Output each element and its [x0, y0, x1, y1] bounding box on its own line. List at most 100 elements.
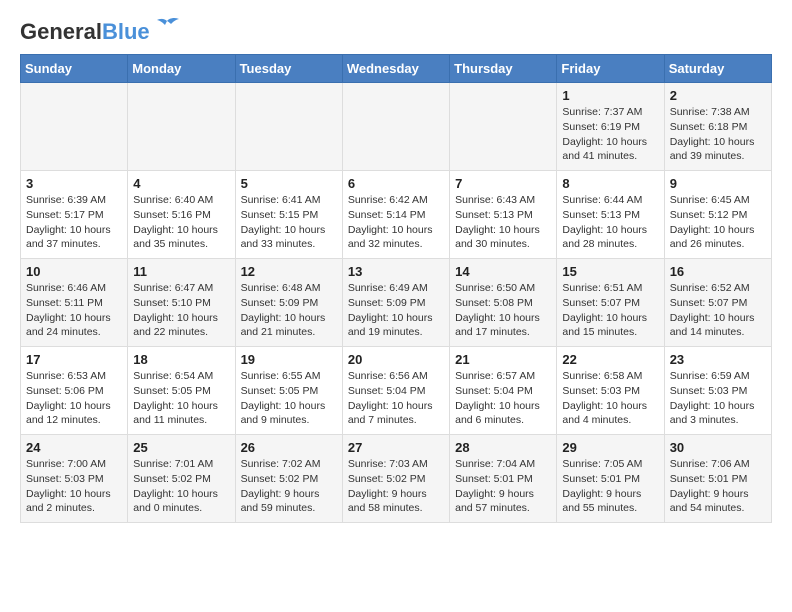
- col-header-friday: Friday: [557, 55, 664, 83]
- day-number: 8: [562, 176, 658, 191]
- logo-bird-icon: [153, 17, 181, 39]
- day-info: Sunrise: 7:00 AM Sunset: 5:03 PM Dayligh…: [26, 457, 122, 516]
- calendar-cell: [21, 83, 128, 171]
- day-info: Sunrise: 6:57 AM Sunset: 5:04 PM Dayligh…: [455, 369, 551, 428]
- calendar-cell: 28 Sunrise: 7:04 AM Sunset: 5:01 PM Dayli…: [450, 435, 557, 523]
- calendar-cell: 24 Sunrise: 7:00 AM Sunset: 5:03 PM Dayli…: [21, 435, 128, 523]
- calendar-cell: [342, 83, 449, 171]
- day-info: Sunrise: 7:01 AM Sunset: 5:02 PM Dayligh…: [133, 457, 229, 516]
- day-number: 19: [241, 352, 337, 367]
- day-number: 6: [348, 176, 444, 191]
- day-info: Sunrise: 7:37 AM Sunset: 6:19 PM Dayligh…: [562, 105, 658, 164]
- calendar-week-4: 17 Sunrise: 6:53 AM Sunset: 5:06 PM Dayli…: [21, 347, 772, 435]
- day-info: Sunrise: 6:59 AM Sunset: 5:03 PM Dayligh…: [670, 369, 766, 428]
- calendar-cell: 3 Sunrise: 6:39 AM Sunset: 5:17 PM Daylig…: [21, 171, 128, 259]
- logo-text: GeneralBlue: [20, 20, 150, 44]
- calendar-cell: 27Sunrise: 7:03 AM Sunset: 5:02 PM Dayli…: [342, 435, 449, 523]
- day-number: 14: [455, 264, 551, 279]
- col-header-sunday: Sunday: [21, 55, 128, 83]
- calendar-week-2: 3 Sunrise: 6:39 AM Sunset: 5:17 PM Daylig…: [21, 171, 772, 259]
- day-number: 12: [241, 264, 337, 279]
- day-info: Sunrise: 7:06 AM Sunset: 5:01 PM Dayligh…: [670, 457, 766, 516]
- calendar-cell: 29Sunrise: 7:05 AM Sunset: 5:01 PM Dayli…: [557, 435, 664, 523]
- day-number: 17: [26, 352, 122, 367]
- calendar-cell: 9 Sunrise: 6:45 AM Sunset: 5:12 PM Daylig…: [664, 171, 771, 259]
- day-info: Sunrise: 6:42 AM Sunset: 5:14 PM Dayligh…: [348, 193, 444, 252]
- day-number: 25: [133, 440, 229, 455]
- calendar-cell: 21 Sunrise: 6:57 AM Sunset: 5:04 PM Dayli…: [450, 347, 557, 435]
- calendar-cell: [450, 83, 557, 171]
- calendar-cell: 7 Sunrise: 6:43 AM Sunset: 5:13 PM Daylig…: [450, 171, 557, 259]
- calendar-cell: 12Sunrise: 6:48 AM Sunset: 5:09 PM Dayli…: [235, 259, 342, 347]
- day-info: Sunrise: 7:02 AM Sunset: 5:02 PM Dayligh…: [241, 457, 337, 516]
- day-number: 26: [241, 440, 337, 455]
- day-number: 10: [26, 264, 122, 279]
- calendar-cell: 19 Sunrise: 6:55 AM Sunset: 5:05 PM Dayli…: [235, 347, 342, 435]
- day-number: 2: [670, 88, 766, 103]
- calendar-cell: 23 Sunrise: 6:59 AM Sunset: 5:03 PM Dayli…: [664, 347, 771, 435]
- calendar-cell: 20 Sunrise: 6:56 AM Sunset: 5:04 PM Dayli…: [342, 347, 449, 435]
- day-number: 1: [562, 88, 658, 103]
- day-info: Sunrise: 6:43 AM Sunset: 5:13 PM Dayligh…: [455, 193, 551, 252]
- day-info: Sunrise: 6:47 AM Sunset: 5:10 PM Dayligh…: [133, 281, 229, 340]
- calendar-cell: 13 Sunrise: 6:49 AM Sunset: 5:09 PM Dayli…: [342, 259, 449, 347]
- calendar-cell: 6 Sunrise: 6:42 AM Sunset: 5:14 PM Daylig…: [342, 171, 449, 259]
- page-header: GeneralBlue: [20, 20, 772, 44]
- day-number: 3: [26, 176, 122, 191]
- calendar-cell: 14 Sunrise: 6:50 AM Sunset: 5:08 PM Dayli…: [450, 259, 557, 347]
- day-number: 16: [670, 264, 766, 279]
- day-number: 9: [670, 176, 766, 191]
- day-info: Sunrise: 6:58 AM Sunset: 5:03 PM Dayligh…: [562, 369, 658, 428]
- day-number: 24: [26, 440, 122, 455]
- day-number: 30: [670, 440, 766, 455]
- day-number: 13: [348, 264, 444, 279]
- logo: GeneralBlue: [20, 20, 181, 44]
- day-info: Sunrise: 6:56 AM Sunset: 5:04 PM Dayligh…: [348, 369, 444, 428]
- day-number: 15: [562, 264, 658, 279]
- calendar-cell: 5 Sunrise: 6:41 AM Sunset: 5:15 PM Daylig…: [235, 171, 342, 259]
- day-number: 7: [455, 176, 551, 191]
- day-info: Sunrise: 6:44 AM Sunset: 5:13 PM Dayligh…: [562, 193, 658, 252]
- calendar-cell: 11 Sunrise: 6:47 AM Sunset: 5:10 PM Dayli…: [128, 259, 235, 347]
- day-number: 21: [455, 352, 551, 367]
- day-info: Sunrise: 6:51 AM Sunset: 5:07 PM Dayligh…: [562, 281, 658, 340]
- day-number: 11: [133, 264, 229, 279]
- calendar-cell: 10 Sunrise: 6:46 AM Sunset: 5:11 PM Dayli…: [21, 259, 128, 347]
- day-info: Sunrise: 6:49 AM Sunset: 5:09 PM Dayligh…: [348, 281, 444, 340]
- day-info: Sunrise: 6:41 AM Sunset: 5:15 PM Dayligh…: [241, 193, 337, 252]
- day-number: 22: [562, 352, 658, 367]
- day-info: Sunrise: 7:04 AM Sunset: 5:01 PM Dayligh…: [455, 457, 551, 516]
- calendar-cell: 16Sunrise: 6:52 AM Sunset: 5:07 PM Dayli…: [664, 259, 771, 347]
- day-number: 20: [348, 352, 444, 367]
- day-number: 29: [562, 440, 658, 455]
- calendar-cell: 18Sunrise: 6:54 AM Sunset: 5:05 PM Dayli…: [128, 347, 235, 435]
- calendar-cell: 1 Sunrise: 7:37 AM Sunset: 6:19 PM Daylig…: [557, 83, 664, 171]
- calendar-week-3: 10 Sunrise: 6:46 AM Sunset: 5:11 PM Dayli…: [21, 259, 772, 347]
- calendar-week-1: 1 Sunrise: 7:37 AM Sunset: 6:19 PM Daylig…: [21, 83, 772, 171]
- calendar-cell: 25 Sunrise: 7:01 AM Sunset: 5:02 PM Dayli…: [128, 435, 235, 523]
- calendar-cell: 22 Sunrise: 6:58 AM Sunset: 5:03 PM Dayli…: [557, 347, 664, 435]
- day-info: Sunrise: 6:45 AM Sunset: 5:12 PM Dayligh…: [670, 193, 766, 252]
- day-info: Sunrise: 6:46 AM Sunset: 5:11 PM Dayligh…: [26, 281, 122, 340]
- day-info: Sunrise: 6:40 AM Sunset: 5:16 PM Dayligh…: [133, 193, 229, 252]
- day-info: Sunrise: 6:53 AM Sunset: 5:06 PM Dayligh…: [26, 369, 122, 428]
- calendar-table: SundayMondayTuesdayWednesdayThursdayFrid…: [20, 54, 772, 523]
- calendar-cell: [235, 83, 342, 171]
- day-info: Sunrise: 6:39 AM Sunset: 5:17 PM Dayligh…: [26, 193, 122, 252]
- calendar-cell: 15 Sunrise: 6:51 AM Sunset: 5:07 PM Dayli…: [557, 259, 664, 347]
- day-number: 23: [670, 352, 766, 367]
- calendar-header-row: SundayMondayTuesdayWednesdayThursdayFrid…: [21, 55, 772, 83]
- day-info: Sunrise: 7:03 AM Sunset: 5:02 PM Dayligh…: [348, 457, 444, 516]
- day-number: 4: [133, 176, 229, 191]
- day-info: Sunrise: 6:54 AM Sunset: 5:05 PM Dayligh…: [133, 369, 229, 428]
- calendar-cell: 4 Sunrise: 6:40 AM Sunset: 5:16 PM Daylig…: [128, 171, 235, 259]
- col-header-tuesday: Tuesday: [235, 55, 342, 83]
- day-number: 5: [241, 176, 337, 191]
- day-number: 28: [455, 440, 551, 455]
- col-header-monday: Monday: [128, 55, 235, 83]
- day-info: Sunrise: 6:55 AM Sunset: 5:05 PM Dayligh…: [241, 369, 337, 428]
- calendar-week-5: 24 Sunrise: 7:00 AM Sunset: 5:03 PM Dayli…: [21, 435, 772, 523]
- col-header-wednesday: Wednesday: [342, 55, 449, 83]
- day-info: Sunrise: 7:38 AM Sunset: 6:18 PM Dayligh…: [670, 105, 766, 164]
- day-info: Sunrise: 6:50 AM Sunset: 5:08 PM Dayligh…: [455, 281, 551, 340]
